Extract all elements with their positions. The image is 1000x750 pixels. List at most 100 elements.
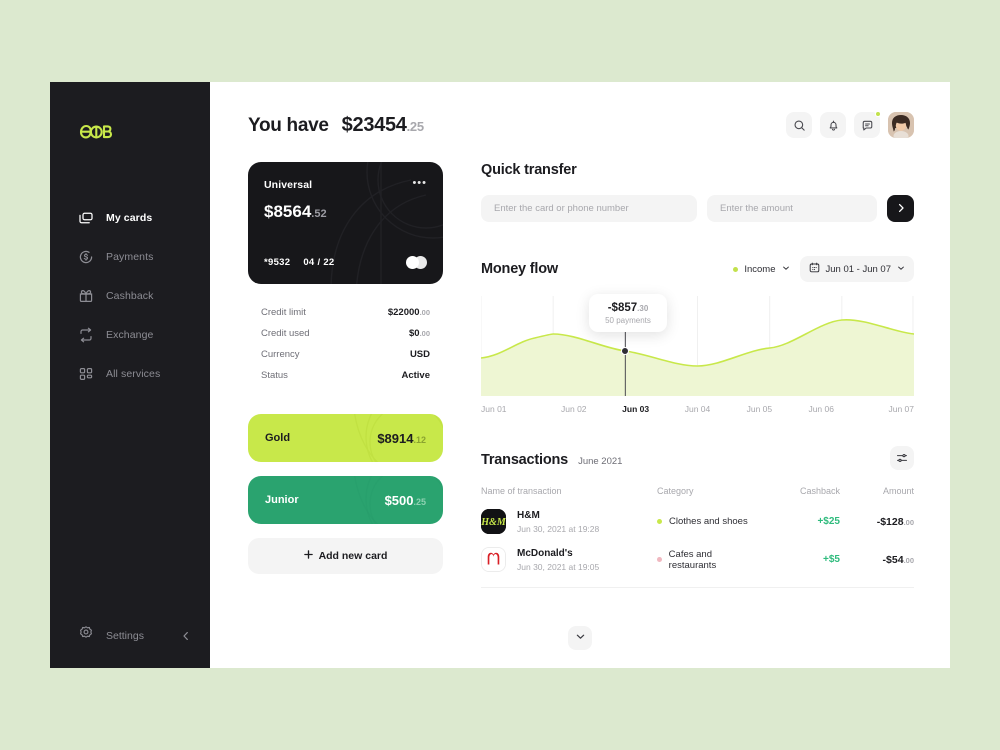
settings-sliders-icon[interactable]: [890, 446, 914, 470]
card-or-phone-input[interactable]: [481, 195, 698, 222]
transactions-period: June 2021: [578, 456, 623, 467]
detail-row: Currency USD: [261, 344, 430, 365]
transaction-amount: -$128.00: [840, 516, 914, 528]
transactions-column-headers: Name of transaction Category Cashback Am…: [481, 486, 914, 496]
table-row[interactable]: McDonald's Jun 30, 2021 at 19:05 Cafes a…: [481, 547, 914, 572]
detail-value: $0.00: [409, 328, 430, 339]
x-tick: Jun 07: [888, 404, 915, 414]
right-column: Quick transfer Money flow: [481, 162, 914, 588]
table-row[interactable]: H&M H&M Jun 30, 2021 at 19:28 Clothes an…: [481, 509, 914, 534]
mcdonalds-logo: [481, 547, 506, 572]
detail-value-main: USD: [409, 349, 430, 360]
gear-icon[interactable]: [78, 625, 94, 646]
grid-icon: [78, 366, 94, 382]
money-flow-chart[interactable]: -$857.30 50 payments: [481, 294, 914, 396]
sidebar-item-label: Payments: [106, 251, 154, 263]
transaction-name-cell: H&M H&M Jun 30, 2021 at 19:28: [481, 509, 657, 534]
brand-logo[interactable]: [50, 110, 210, 154]
category-dot-icon: [657, 557, 662, 562]
card-name: Universal: [264, 179, 313, 191]
transaction-cashback: +$25: [817, 516, 840, 527]
dashboard-window: My cards Payments Cashback Exchange All …: [50, 82, 950, 668]
junior-card[interactable]: Junior $500.25: [248, 476, 443, 524]
transaction-name: H&M: [517, 509, 540, 521]
quick-transfer-form: [481, 195, 914, 222]
mastercard-logo: [406, 256, 427, 269]
income-dot-icon: [733, 266, 739, 272]
transaction-date: Jun 30, 2021 at 19:05: [517, 561, 600, 572]
tooltip-amount: -$857.30: [601, 302, 655, 314]
top-icon-group: [786, 111, 914, 138]
plus-icon: [303, 550, 313, 562]
transaction-amount-value: -$54: [882, 553, 904, 566]
column-header: Amount: [882, 486, 914, 496]
transaction-date: Jun 30, 2021 at 19:28: [517, 523, 600, 534]
notification-badge: [875, 111, 881, 117]
card-details-list: Credit limit $22000.00 Credit used $0.00…: [248, 286, 443, 400]
x-tick: Jun 04: [684, 404, 711, 414]
bell-icon[interactable]: [820, 112, 846, 138]
money-flow-header: Money flow Income Jun 01 - Jun 07: [481, 256, 914, 282]
transaction-amount-cents: .00: [903, 517, 914, 527]
category-dot-icon: [657, 519, 662, 524]
sidebar-item-cashback[interactable]: Cashback: [50, 282, 210, 310]
column-header: Name of transaction: [481, 486, 562, 496]
sidebar-item-label: Cashback: [106, 290, 154, 302]
x-tick-active: Jun 03: [622, 404, 650, 414]
detail-label: Credit limit: [261, 307, 306, 318]
income-filter-dropdown[interactable]: Income: [733, 264, 789, 275]
sidebar-item-label: All services: [106, 368, 161, 380]
mini-card-balance: $500.25: [385, 493, 426, 508]
cards-icon: [78, 210, 94, 226]
sidebar-footer: Settings: [50, 625, 210, 646]
card-expiry: 04 / 22: [303, 257, 335, 268]
sidebar-item-exchange[interactable]: Exchange: [50, 321, 210, 349]
detail-value-cents: .00: [419, 329, 430, 338]
calendar-icon: [809, 262, 820, 276]
content-area: Universal ••• $8564.52 *9532 04 / 22 Cre…: [248, 162, 914, 588]
chart-x-axis: Jun 01 Jun 02 Jun 03 Jun 04 Jun 05 Jun 0…: [481, 404, 914, 414]
total-balance-value: $23454: [341, 113, 407, 136]
transaction-amount-value: -$128: [876, 515, 904, 528]
svg-text:H&M: H&M: [481, 517, 506, 528]
tooltip-subtitle: 50 payments: [605, 316, 651, 325]
main-content: You have $23454.25 Universal ••• $8564.5…: [210, 82, 950, 668]
settings-label: Settings: [106, 629, 144, 642]
mini-card-balance-cents: .25: [413, 496, 426, 507]
more-dots-icon[interactable]: •••: [412, 178, 427, 189]
category-label: Cafes and restaurants: [668, 548, 717, 571]
transactions-title: Transactions: [481, 452, 569, 468]
sidebar-item-my-cards[interactable]: My cards: [50, 204, 210, 232]
divider: [481, 587, 914, 588]
total-balance: $23454.25: [342, 114, 424, 137]
search-icon[interactable]: [786, 112, 812, 138]
column-header: Cashback: [799, 486, 840, 496]
date-range-label: Jun 01 - Jun 07: [825, 263, 892, 275]
chevron-left-icon[interactable]: [178, 628, 194, 644]
chat-icon[interactable]: [854, 111, 881, 138]
page-title: You have $23454.25: [248, 114, 424, 137]
transaction-amount: -$54.00: [840, 554, 914, 566]
add-new-card-button[interactable]: Add new card: [248, 538, 443, 574]
send-transfer-button[interactable]: [887, 195, 914, 222]
chevron-down-icon: [575, 629, 586, 647]
universal-card[interactable]: Universal ••• $8564.52 *9532 04 / 22: [248, 162, 443, 284]
detail-label: Currency: [261, 349, 300, 360]
amount-input[interactable]: [707, 195, 877, 222]
exchange-icon: [78, 327, 94, 343]
detail-value-main: Active: [401, 370, 430, 381]
avatar[interactable]: [888, 112, 914, 138]
mini-card-balance: $8914.12: [377, 431, 426, 446]
sidebar-item-all-services[interactable]: All services: [50, 360, 210, 388]
transaction-meta: McDonald's Jun 30, 2021 at 19:05: [517, 548, 599, 572]
transaction-category-cell: Cafes and restaurants: [657, 549, 756, 571]
sidebar-item-payments[interactable]: Payments: [50, 243, 210, 271]
gold-card[interactable]: Gold $8914.12: [248, 414, 443, 462]
add-new-card-label: Add new card: [318, 550, 388, 562]
detail-value: $22000.00: [388, 307, 430, 318]
cards-column: Universal ••• $8564.52 *9532 04 / 22 Cre…: [248, 162, 443, 588]
show-more-transactions-button[interactable]: [568, 626, 592, 650]
date-range-dropdown[interactable]: Jun 01 - Jun 07: [799, 256, 914, 282]
chart-tooltip: -$857.30 50 payments: [589, 294, 667, 332]
chevron-down-icon: [782, 264, 790, 275]
